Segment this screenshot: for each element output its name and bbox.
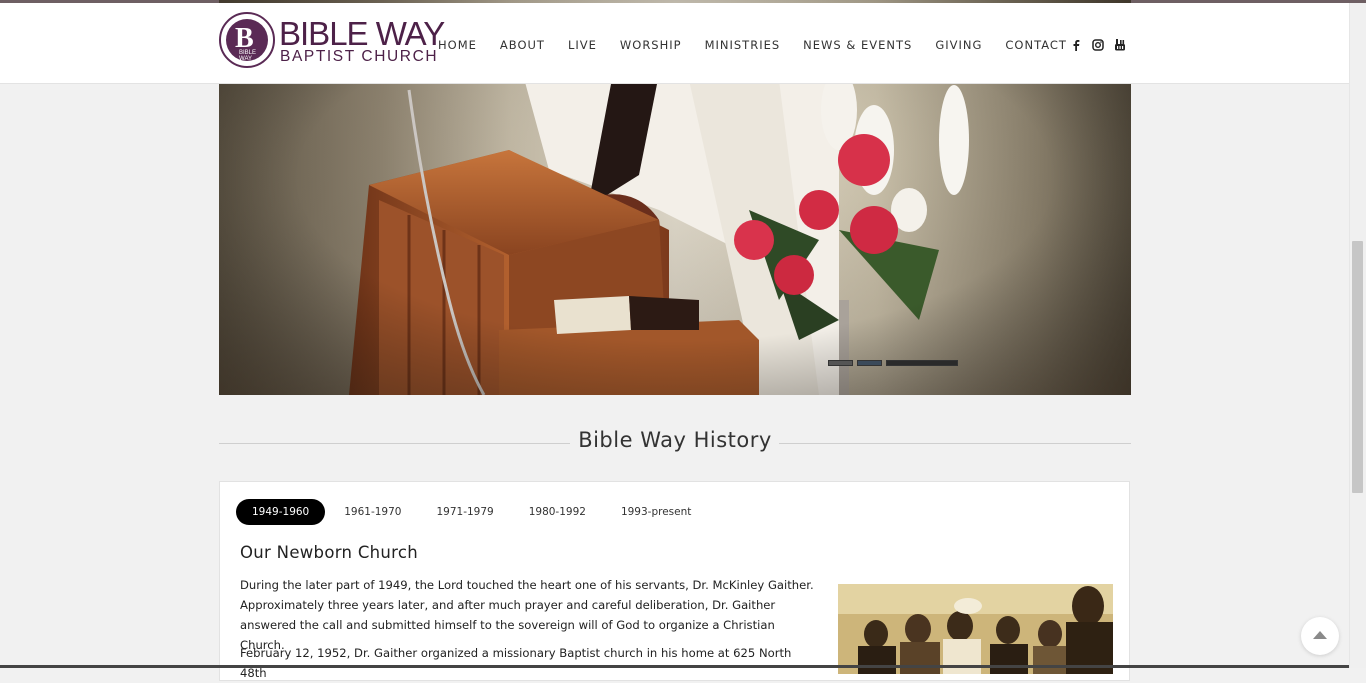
nav-news-events[interactable]: NEWS & EVENTS <box>803 37 912 57</box>
slider-dot-1[interactable] <box>828 360 853 366</box>
nav-contact[interactable]: CONTACT <box>1005 37 1067 57</box>
tab-1971-1979[interactable]: 1971-1979 <box>420 499 509 525</box>
logo-name-line2: BAPTIST CHURCH <box>280 48 439 65</box>
page-scrollbar[interactable] <box>1349 3 1366 668</box>
site-header: B BIBLE WAY BIBLE WAY BAPTIST CHURCH HOM… <box>0 3 1349 84</box>
tab-1949-1960[interactable]: 1949-1960 <box>236 499 326 525</box>
social-links <box>1069 38 1127 52</box>
nav-worship[interactable]: WORSHIP <box>620 37 682 57</box>
nav-about[interactable]: ABOUT <box>500 37 545 57</box>
facebook-icon[interactable] <box>1069 38 1083 52</box>
nav-live[interactable]: LIVE <box>568 37 597 57</box>
tab-1980-1992[interactable]: 1980-1992 <box>513 499 602 525</box>
section-title: Bible Way History <box>578 428 772 452</box>
slider-pagination <box>828 360 958 366</box>
history-tabs: 1949-1960 1961-1970 1971-1979 1980-1992 … <box>236 499 710 525</box>
history-heading: Our Newborn Church <box>240 543 419 562</box>
history-card: 1949-1960 1961-1970 1971-1979 1980-1992 … <box>219 481 1130 681</box>
back-to-top-button[interactable] <box>1301 617 1339 655</box>
logo-name-line1: BIBLE WAY <box>279 15 445 52</box>
youtube-icon[interactable] <box>1113 38 1127 52</box>
site-logo[interactable]: B BIBLE WAY BIBLE WAY BAPTIST CHURCH <box>219 12 445 74</box>
chevron-up-icon <box>1313 631 1327 639</box>
tab-1993-present[interactable]: 1993-present <box>605 499 707 525</box>
logo-mark-subtext: BIBLE WAY <box>239 50 257 62</box>
slider-dot-2[interactable] <box>857 360 882 366</box>
nav-giving[interactable]: GIVING <box>935 37 982 57</box>
nav-home[interactable]: HOME <box>438 37 477 57</box>
nav-ministries[interactable]: MINISTRIES <box>705 37 781 57</box>
logo-emblem: B BIBLE WAY <box>219 12 275 68</box>
history-paragraph-2: February 12, 1952, Dr. Gaither organized… <box>240 646 792 680</box>
section-divider-left <box>219 443 570 444</box>
main-nav: HOME ABOUT LIVE WORSHIP MINISTRIES NEWS … <box>438 37 1067 57</box>
tab-1961-1970[interactable]: 1961-1970 <box>328 499 417 525</box>
scrollbar-thumb[interactable] <box>1352 241 1363 493</box>
instagram-icon[interactable] <box>1091 38 1105 52</box>
slider-dot-3[interactable] <box>886 360 958 366</box>
section-divider-right <box>779 443 1131 444</box>
history-photo <box>838 584 1113 674</box>
